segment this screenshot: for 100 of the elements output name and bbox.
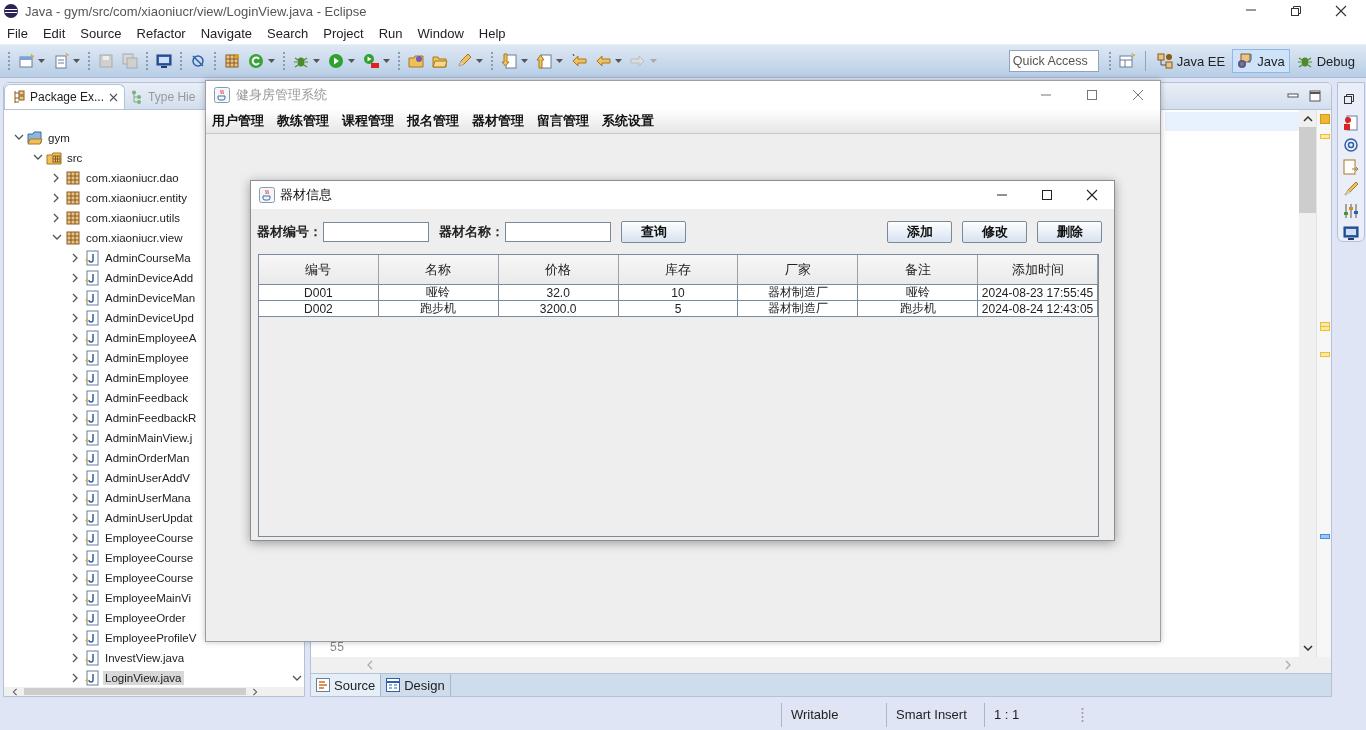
tree-item[interactable]: AdminUserAddV [103,471,192,485]
down-arrow-document-icon[interactable] [501,53,517,69]
menu-item[interactable]: 课程管理 [342,112,394,130]
tree-item[interactable]: AdminEmployeeA [103,331,199,345]
menu-item[interactable]: Navigate [193,23,260,43]
column-header[interactable]: 备注 [858,255,979,285]
action-button[interactable]: 修改 [962,221,1027,243]
menu-item[interactable]: File [0,23,36,43]
tree-item[interactable]: AdminUserMana [103,491,193,505]
dropdown-caret-icon[interactable] [556,59,563,63]
folder-icon[interactable] [408,53,424,69]
dropdown-caret-icon[interactable] [313,59,320,63]
back-arrow-icon[interactable] [595,53,611,69]
run-tool-icon[interactable] [363,53,379,69]
tree-item[interactable]: AdminDeviceUpd [103,311,196,325]
tree-item[interactable]: EmployeeProfileV [103,631,199,645]
column-header[interactable]: 编号 [259,255,379,285]
new-icon[interactable] [18,53,34,69]
overview-marker[interactable] [1320,134,1330,139]
crossed-circle-icon[interactable] [190,53,206,69]
tree-item[interactable]: LoginView.java [103,671,184,685]
menu-item[interactable]: Edit [35,23,74,43]
overview-marker[interactable] [1320,534,1330,539]
menu-item[interactable]: 教练管理 [277,112,329,130]
scroll-left-icon[interactable] [12,687,18,696]
drag-handle-icon[interactable] [1081,707,1084,723]
refresh-icon[interactable] [248,53,264,69]
dropdown-caret-icon[interactable] [348,59,355,63]
action-button[interactable]: 删除 [1037,221,1102,243]
search-button[interactable]: 查询 [621,221,686,243]
up-arrow-document-icon[interactable] [536,53,552,69]
perspective-button[interactable]: Debug [1291,49,1360,73]
overview-marker[interactable] [1320,326,1330,331]
editor-tab[interactable]: Source [311,674,382,696]
view-tab[interactable]: Package Ex... [4,84,126,109]
back-star-icon[interactable] [571,53,587,69]
tree-item[interactable]: InvestView.java [103,651,187,665]
menu-item[interactable]: 报名管理 [407,112,459,130]
scrollbar-thumb[interactable] [1299,127,1316,213]
dropdown-caret-icon[interactable] [268,59,275,63]
tree-item[interactable]: com.xiaoniucr.view [84,231,185,245]
tree-item[interactable]: AdminFeedbackR [103,411,199,425]
maximize-icon[interactable] [1041,189,1053,201]
tree-item[interactable]: EmployeeCourse [103,551,196,565]
tree-item[interactable]: com.xiaoniucr.dao [84,171,181,185]
monitor-icon[interactable] [156,53,172,69]
column-header[interactable]: 库存 [618,255,739,285]
scroll-down-icon[interactable] [1302,645,1313,651]
package-grid-icon[interactable] [224,53,240,69]
editor-tab[interactable]: Design [381,674,451,696]
menu-item[interactable]: 系统设置 [602,112,654,130]
input-field[interactable] [505,222,611,242]
tree-item[interactable]: AdminMainView.j [103,431,195,445]
dropdown-caret-icon[interactable] [476,59,483,63]
tree-item[interactable]: EmployeeOrder [103,611,188,625]
run-icon[interactable] [328,53,344,69]
quick-access-field[interactable]: Quick Access [1008,50,1099,72]
open-perspective-icon[interactable] [1118,53,1135,69]
perspective-button[interactable]: Java EE [1151,49,1231,73]
problems-icon[interactable] [1343,115,1359,131]
tree-item[interactable]: EmployeeMainVi [103,591,194,605]
maximize-icon[interactable] [1309,90,1321,102]
tree-item[interactable]: AdminOrderMan [103,451,192,465]
menu-item[interactable]: 用户管理 [212,112,264,130]
menu-item[interactable]: Window [410,23,472,43]
warning-marker[interactable] [1320,114,1330,124]
tree-item[interactable]: AdminDeviceMan [103,291,198,305]
dropdown-caret-icon[interactable] [73,59,80,63]
action-button[interactable]: 添加 [887,221,952,243]
menu-item[interactable]: Project [316,23,372,43]
tree-item[interactable]: com.xiaoniucr.utils [84,211,182,225]
menu-item[interactable]: Refactor [129,23,194,43]
tree-item[interactable]: AdminCourseMa [103,251,193,265]
menu-item[interactable]: 留言管理 [537,112,589,130]
dropdown-caret-icon[interactable] [615,59,622,63]
column-header[interactable]: 添加时间 [978,255,1098,285]
monitor-icon[interactable] [1343,225,1359,241]
tree-item[interactable]: AdminEmployee [103,371,191,385]
dropdown-caret-icon[interactable] [38,59,45,63]
dropdown-caret-icon[interactable] [521,59,528,63]
restore-icon[interactable] [1290,5,1302,17]
close-icon[interactable] [109,92,119,102]
overview-marker[interactable] [1320,352,1330,357]
column-header[interactable]: 价格 [498,255,619,285]
scroll-up-icon[interactable] [1302,116,1313,122]
tree-item[interactable]: src [65,151,85,165]
menu-item[interactable]: 器材管理 [472,112,524,130]
menu-item[interactable]: Search [260,23,317,43]
menu-item[interactable]: Run [371,23,411,43]
pencil-icon[interactable] [456,53,472,69]
column-header[interactable]: 名称 [378,255,499,285]
input-field[interactable] [323,222,429,242]
declaration-icon[interactable] [1343,159,1359,175]
close-icon[interactable] [1335,5,1347,17]
sliders-icon[interactable] [1343,203,1359,219]
menu-item[interactable]: Help [471,23,514,43]
tree-item[interactable]: AdminFeedback [103,391,191,405]
close-icon[interactable] [1086,189,1098,201]
dropdown-caret-icon[interactable] [383,59,390,63]
tree-item[interactable]: AdminEmployee [103,351,191,365]
